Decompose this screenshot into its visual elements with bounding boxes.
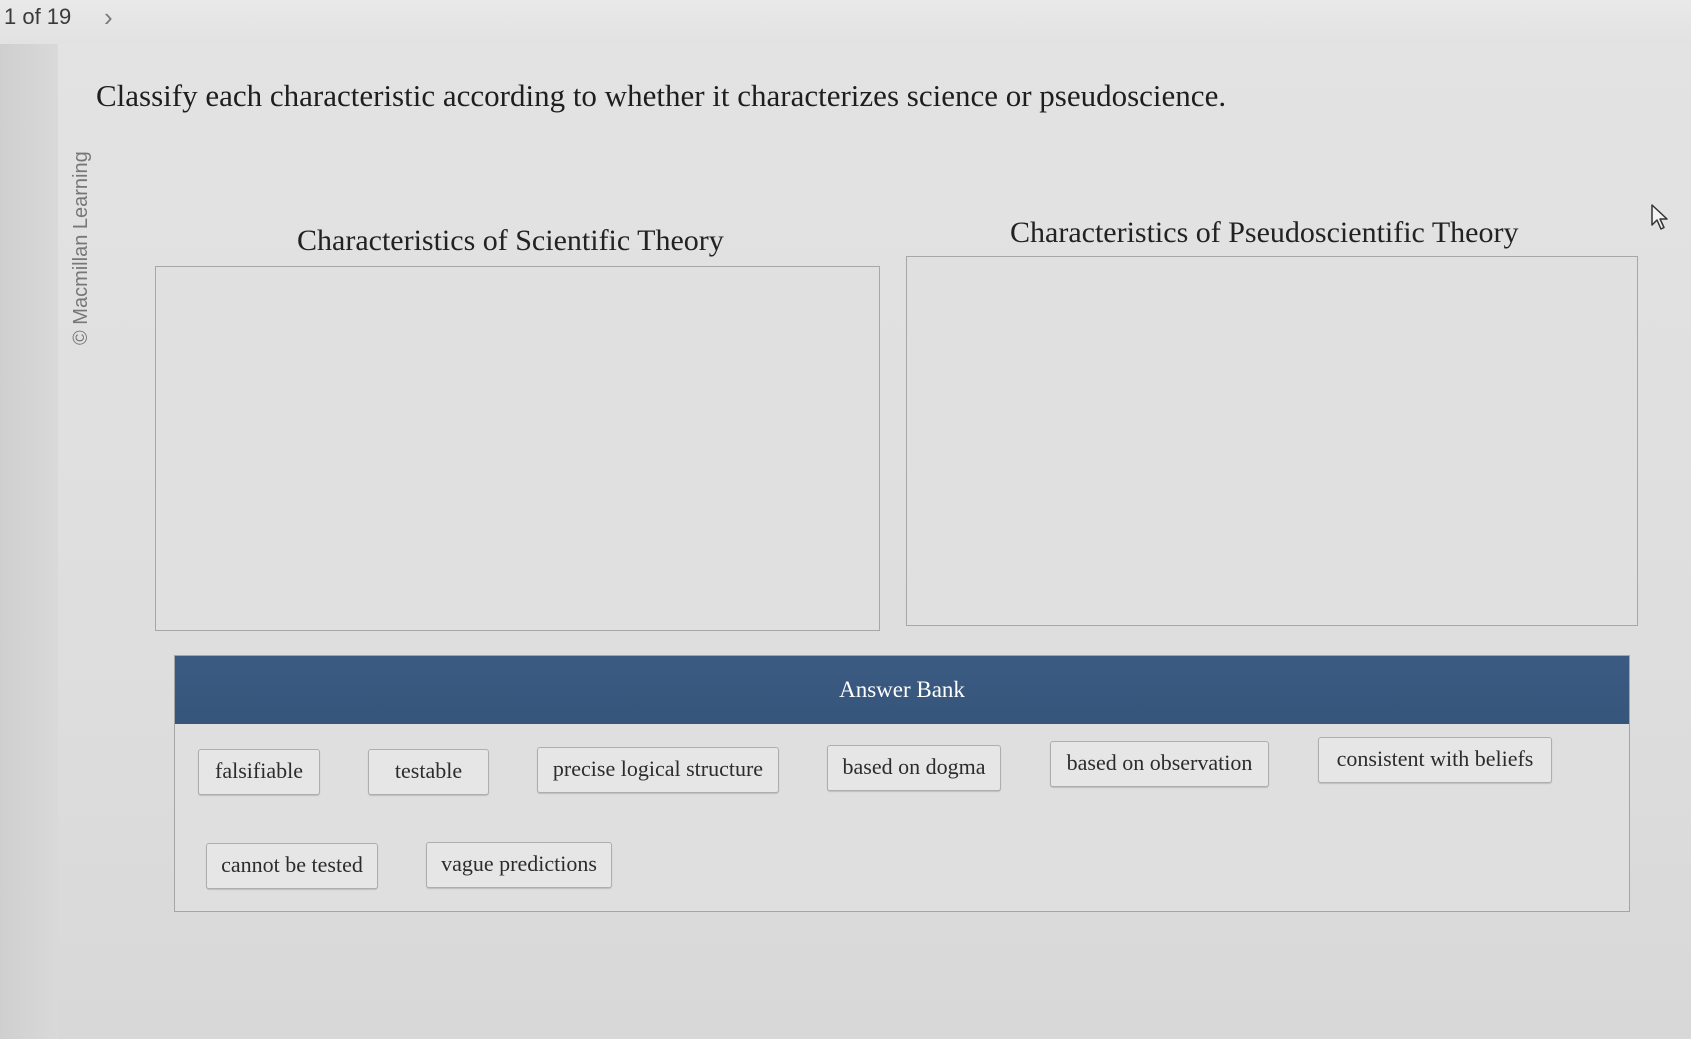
top-navigation-bar: 1 of 19 › bbox=[0, 0, 1691, 44]
answer-chip-consistent-with-beliefs[interactable]: consistent with beliefs bbox=[1318, 737, 1552, 783]
answer-chip-vague-predictions[interactable]: vague predictions bbox=[426, 842, 612, 888]
mouse-pointer-icon bbox=[1651, 204, 1668, 230]
answer-chip-precise-logical-structure[interactable]: precise logical structure bbox=[537, 747, 779, 793]
answer-chip-falsifiable[interactable]: falsifiable bbox=[198, 749, 320, 795]
answer-chip-testable[interactable]: testable bbox=[368, 749, 489, 795]
page-counter: 1 of 19 bbox=[4, 4, 72, 29]
scientific-zone-title: Characteristics of Scientific Theory bbox=[297, 224, 724, 257]
pseudoscientific-drop-zone[interactable] bbox=[906, 256, 1638, 626]
answer-chip-based-on-dogma[interactable]: based on dogma bbox=[827, 745, 1001, 791]
answer-chip-based-on-observation[interactable]: based on observation bbox=[1050, 741, 1269, 787]
question-prompt: Classify each characteristic according t… bbox=[96, 78, 1227, 113]
copyright-notice: © Macmillan Learning bbox=[70, 151, 92, 345]
scientific-drop-zone[interactable] bbox=[155, 266, 880, 631]
next-chevron-icon[interactable]: › bbox=[104, 2, 113, 33]
answer-chip-cannot-be-tested[interactable]: cannot be tested bbox=[206, 843, 378, 889]
pseudoscientific-zone-title: Characteristics of Pseudoscientific Theo… bbox=[1010, 216, 1519, 249]
answer-bank-header: Answer Bank bbox=[175, 656, 1629, 724]
left-margin bbox=[0, 44, 58, 1039]
